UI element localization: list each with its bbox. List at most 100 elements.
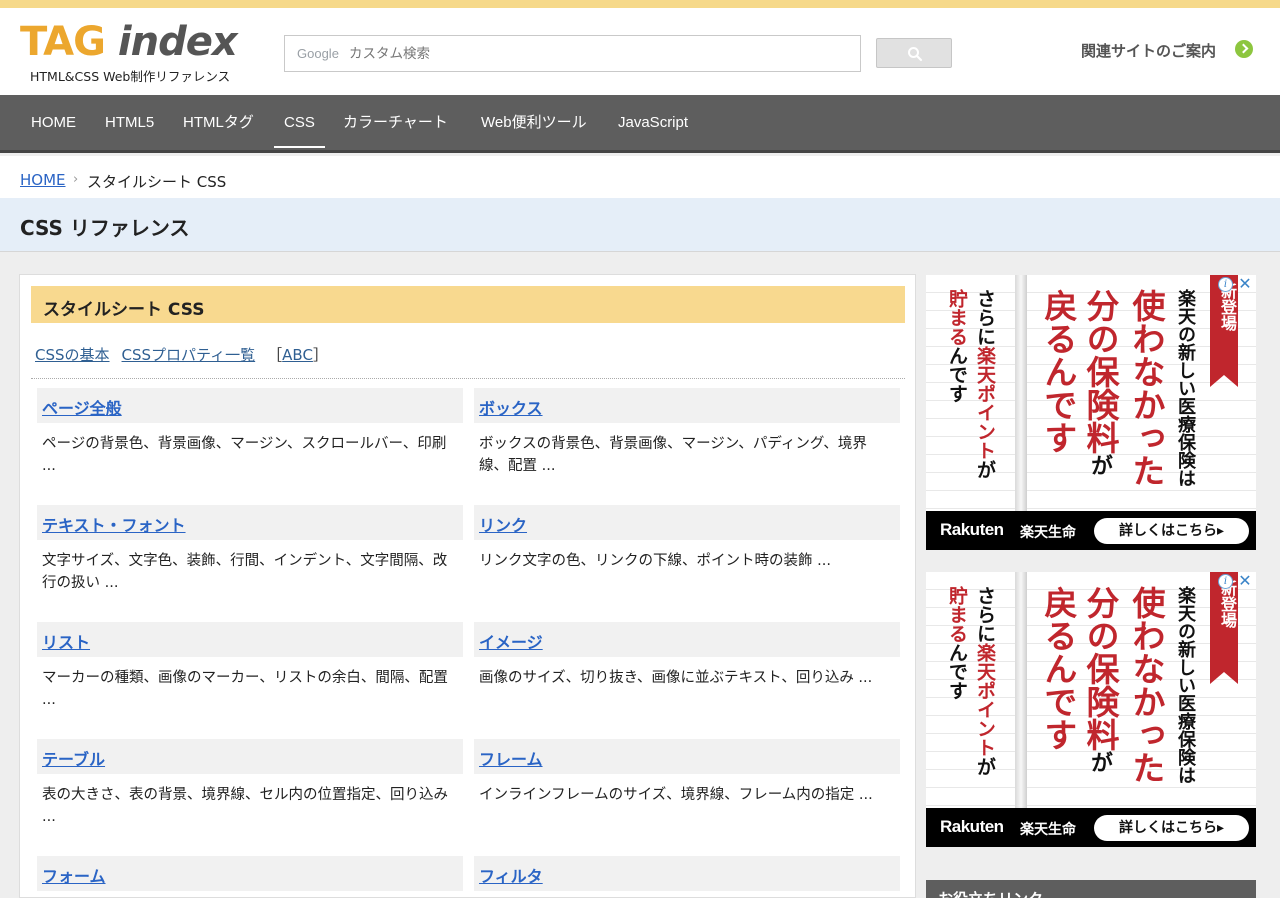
- ad-text-col1: 楽天の新しい医療保険は: [1175, 586, 1196, 784]
- ad-footer: Rakuten 楽天生命 詳しくはこちら▸: [926, 808, 1256, 847]
- category-link[interactable]: リスト: [42, 633, 90, 652]
- category-form: フォーム: [37, 856, 463, 891]
- abc-bracket-close: ］: [312, 346, 328, 364]
- ad-text-col4: 戻るんです: [1039, 289, 1078, 454]
- ad-text: さらに: [974, 586, 996, 643]
- breadcrumb-current: スタイルシート CSS: [87, 173, 227, 191]
- nav-item-web-tools[interactable]: Web便利ツール: [481, 95, 587, 150]
- section-header: スタイルシート CSS: [31, 286, 905, 323]
- category-description: マーカーの種類、画像のマーカー、リストの余白、間隔、配置 ...: [42, 670, 448, 708]
- ad-text: 貯まる: [946, 289, 968, 346]
- ad-text-col4: 戻るんです: [1039, 586, 1078, 751]
- category-header: リンク: [474, 505, 900, 540]
- ad-text: が: [1087, 751, 1113, 773]
- search-button[interactable]: [876, 38, 952, 68]
- google-brand-label: Google: [297, 46, 339, 61]
- site-logo[interactable]: TAG index HTML&CSS Web制作リファレンス: [20, 22, 250, 92]
- category-link[interactable]: テーブル: [42, 750, 105, 769]
- category-description: 画像のサイズ、切り抜き、画像に並ぶテキスト、回り込み ...: [479, 670, 873, 686]
- chevron-right-icon[interactable]: [1235, 40, 1253, 58]
- ad-notebook-spine: [1015, 572, 1027, 808]
- ad-text: 楽天ポイント: [974, 346, 996, 460]
- main-nav: HOME HTML5 HTMLタグ CSS カラーチャート Web便利ツール J…: [0, 95, 1280, 153]
- abc-link[interactable]: ABC: [282, 346, 313, 364]
- close-icon[interactable]: ✕: [1236, 572, 1254, 590]
- ad-text-col1: 楽天の新しい医療保険は: [1175, 289, 1196, 487]
- ad-text-col5: さらに楽天ポイントが: [972, 289, 999, 479]
- category-description: ページの背景色、背景画像、マージン、スクロールバー、印刷 ...: [42, 436, 447, 474]
- sidebar-ad[interactable]: 貯まるんです さらに楽天ポイントが 戻るんです 分の保険料が 使わなかった 楽天…: [926, 275, 1256, 550]
- close-icon[interactable]: ✕: [1236, 275, 1254, 293]
- category-header: イメージ: [474, 622, 900, 657]
- category-description: リンク文字の色、リンクの下線、ポイント時の装飾 ...: [479, 553, 831, 569]
- ad-text: が: [1087, 454, 1113, 476]
- category-image: イメージ 画像のサイズ、切り抜き、画像に並ぶテキスト、回り込み ...: [474, 622, 900, 689]
- nav-item-home[interactable]: HOME: [31, 95, 76, 150]
- ad-text-col3: 分の保険料が: [1076, 289, 1124, 476]
- nav-item-html5[interactable]: HTML5: [105, 95, 154, 150]
- ad-text-col6: 貯まるんです: [944, 289, 971, 403]
- nav-item-color-chart[interactable]: カラーチャート: [343, 95, 448, 150]
- category-header: フレーム: [474, 739, 900, 774]
- category-link[interactable]: フィルタ: [479, 867, 543, 886]
- category-description: 文字サイズ、文字色、装飾、行間、インデント、文字間隔、改行の扱い ...: [42, 553, 448, 591]
- ad-text-col5: さらに楽天ポイントが: [972, 586, 999, 776]
- logo-index-text: index: [117, 19, 238, 65]
- category-link[interactable]: イメージ: [479, 633, 543, 652]
- category-header: ボックス: [474, 388, 900, 423]
- ad-info-icon[interactable]: i: [1218, 277, 1233, 292]
- related-sites-link[interactable]: 関連サイトのご案内: [1081, 40, 1216, 61]
- category-header: ページ全般: [37, 388, 463, 423]
- logo-tag-text: TAG: [20, 19, 106, 65]
- category-link[interactable]: ページ全般: [42, 399, 122, 418]
- ad-text: 分の保険料: [1081, 586, 1120, 751]
- category-link[interactable]: テキスト・フォント: [42, 516, 186, 535]
- category-link-styles: リンク リンク文字の色、リンクの下線、ポイント時の装飾 ...: [474, 505, 900, 572]
- category-header: テーブル: [37, 739, 463, 774]
- ad-text-col6: 貯まるんです: [944, 586, 971, 700]
- sidebar-useful-links: お役立ちリンク: [926, 880, 1256, 898]
- category-link[interactable]: ボックス: [479, 399, 543, 418]
- ad-text: が: [974, 460, 996, 479]
- ad-cta-button[interactable]: 詳しくはこちら▸: [1094, 815, 1249, 841]
- section-divider: [31, 378, 905, 379]
- ad-cta-button[interactable]: 詳しくはこちら▸: [1094, 518, 1249, 544]
- abc-bracket-open: ［: [267, 346, 283, 364]
- section-title: スタイルシート CSS: [43, 300, 205, 320]
- ad-info-icon[interactable]: i: [1218, 574, 1233, 589]
- category-text-font: テキスト・フォント 文字サイズ、文字色、装飾、行間、インデント、文字間隔、改行の…: [37, 505, 463, 594]
- ad-notebook-spine: [1015, 275, 1027, 511]
- ad-text: 分の保険料: [1081, 289, 1120, 454]
- breadcrumb-separator-icon: ›: [73, 172, 79, 187]
- category-header: リスト: [37, 622, 463, 657]
- category-header: フィルタ: [474, 856, 900, 891]
- category-description: ボックスの背景色、背景画像、マージン、パディング、境界線、配置 ...: [479, 436, 867, 474]
- category-link[interactable]: リンク: [479, 516, 527, 535]
- css-basics-link[interactable]: CSSの基本: [35, 346, 110, 364]
- css-property-list-link[interactable]: CSSプロパティ一覧: [122, 346, 256, 364]
- logo-wordmark: TAG index: [20, 22, 250, 62]
- nav-item-javascript[interactable]: JavaScript: [618, 95, 688, 150]
- ad-text: 楽天ポイント: [974, 643, 996, 757]
- ad-brand-logo: Rakuten: [940, 520, 1004, 539]
- breadcrumb-home-link[interactable]: HOME: [20, 171, 66, 189]
- ad-text: 貯まる: [946, 586, 968, 643]
- category-table: テーブル 表の大きさ、表の背景、境界線、セル内の位置指定、回り込み ...: [37, 739, 463, 828]
- search-box[interactable]: Google: [284, 35, 861, 72]
- ad-text: んです: [946, 346, 968, 403]
- nav-item-css[interactable]: CSS: [274, 95, 325, 150]
- sidebar-box-title: お役立ちリンク: [938, 888, 1043, 898]
- search-input[interactable]: [349, 44, 829, 64]
- category-link[interactable]: フレーム: [479, 750, 543, 769]
- main-content: スタイルシート CSS CSSの基本 CSSプロパティ一覧 ［ABC］ ページ全般 …: [19, 274, 916, 898]
- ad-text: んです: [946, 643, 968, 700]
- ad-text-col2: 使わなかった: [1127, 289, 1166, 487]
- page-title-bar: CSS リファレンス: [0, 198, 1280, 252]
- nav-item-html-tags[interactable]: HTMLタグ: [183, 95, 254, 150]
- category-link[interactable]: フォーム: [42, 867, 106, 886]
- sidebar-ad[interactable]: 貯まるんです さらに楽天ポイントが 戻るんです 分の保険料が 使わなかった 楽天…: [926, 572, 1256, 847]
- category-frame: フレーム インラインフレームのサイズ、境界線、フレーム内の指定 ...: [474, 739, 900, 806]
- category-description: インラインフレームのサイズ、境界線、フレーム内の指定 ...: [479, 787, 873, 803]
- page-title: CSS リファレンス: [20, 216, 190, 240]
- category-page-general: ページ全般 ページの背景色、背景画像、マージン、スクロールバー、印刷 ...: [37, 388, 463, 477]
